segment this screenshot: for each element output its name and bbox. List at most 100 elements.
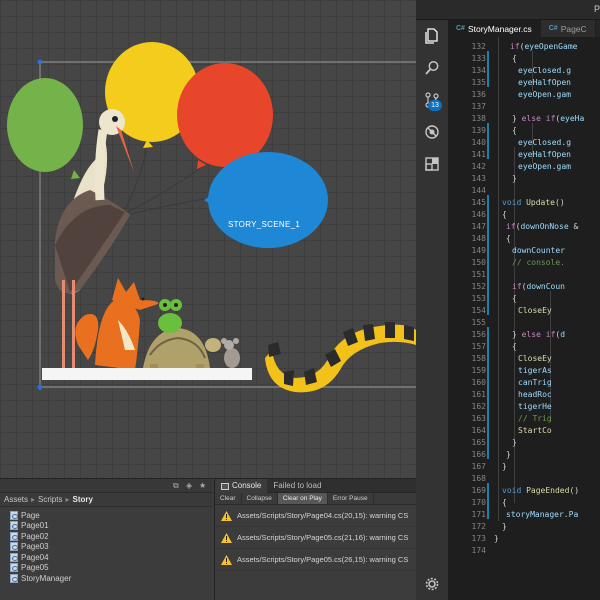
file-item[interactable]: Page04 (10, 552, 213, 563)
scene-canvas[interactable] (0, 0, 416, 478)
file-name: StoryManager (21, 573, 72, 583)
code-line[interactable]: 159 tigerAs (448, 365, 600, 377)
collapse-button[interactable]: Collapse (242, 493, 278, 504)
extensions-icon[interactable] (416, 148, 448, 180)
code-line[interactable]: 153 { (448, 293, 600, 305)
cs-script-icon (10, 531, 18, 541)
file-item[interactable]: StoryManager (10, 573, 213, 584)
project-toolbar: ⧉ ◈ ★ (0, 479, 213, 493)
code-line[interactable]: 164 StartCo (448, 425, 600, 437)
code-line[interactable]: 162 tigerHe (448, 401, 600, 413)
code-line[interactable]: 143} (448, 173, 600, 185)
code-line[interactable]: 139 { (448, 125, 600, 137)
search-icon[interactable] (416, 52, 448, 84)
file-item[interactable]: Page (10, 510, 213, 521)
code-line[interactable]: 163 // Trig (448, 413, 600, 425)
code-line[interactable]: 174 (448, 545, 600, 557)
code-line[interactable]: 151 (448, 269, 600, 281)
tab-failed-to-load[interactable]: Failed to load (267, 479, 327, 493)
line-number: 134 (471, 66, 486, 75)
code-line[interactable]: 172} (448, 521, 600, 533)
line-number: 169 (471, 486, 486, 495)
code-line[interactable]: 132 if(eyeOpenGame (448, 41, 600, 53)
tab-storymanager[interactable]: C# StoryManager.cs (448, 20, 541, 37)
code-line[interactable]: 158 CloseEy (448, 353, 600, 365)
code-line[interactable]: 133 { (448, 53, 600, 65)
warning-icon (221, 554, 232, 565)
code-line[interactable]: 169 void PageEnded() (448, 485, 600, 497)
code-line[interactable]: 134 eyeClosed.g (448, 65, 600, 77)
clear-button[interactable]: Clear (215, 493, 242, 504)
code-line[interactable]: 137 (448, 101, 600, 113)
file-item[interactable]: Page01 (10, 521, 213, 532)
tab-console[interactable]: Console (215, 479, 268, 493)
code-line[interactable]: 136 eyeOpen.gam (448, 89, 600, 101)
project-panel: ⧉ ◈ ★ Assets ▸ Scripts ▸ Story Page Page01 P… (0, 478, 213, 600)
code-text: } (512, 174, 517, 183)
log-entry[interactable]: Assets/Scripts/Story/Page05.cs(21,16): w… (215, 527, 416, 549)
code-editor[interactable]: 132 if(eyeOpenGame 133 {134 eyeClosed.g 135 ey… (448, 37, 600, 600)
filter-icon[interactable]: ⧉ (173, 481, 181, 490)
code-line[interactable]: 152 if(downCoun (448, 281, 600, 293)
code-line[interactable]: 173} (448, 533, 600, 545)
code-line[interactable]: 135 eyeHalfOpen (448, 77, 600, 89)
line-number: 139 (471, 126, 486, 135)
code-line[interactable]: 156} else if(d (448, 329, 600, 341)
tab-label: PageC (560, 23, 587, 34)
code-text: canTrig (518, 378, 552, 387)
code-line[interactable]: 167} (448, 461, 600, 473)
debug-icon[interactable] (416, 116, 448, 148)
file-item[interactable]: Page02 (10, 531, 213, 542)
line-number: 150 (471, 258, 486, 267)
log-entry[interactable]: Assets/Scripts/Story/Page04.cs(20,15): w… (215, 505, 416, 527)
fox-illustration (75, 278, 159, 370)
breadcrumb-scripts[interactable]: Scripts (38, 495, 62, 504)
code-line[interactable]: 161 headRoc (448, 389, 600, 401)
cs-script-icon (10, 542, 18, 552)
code-line[interactable]: 157 { (448, 341, 600, 353)
breadcrumb-story[interactable]: Story (73, 495, 93, 504)
code-line[interactable]: 171 storyManager.Pa (448, 509, 600, 521)
scene-object-label: STORY_SCENE_1 (228, 220, 301, 229)
code-line[interactable]: 145 void Update() (448, 197, 600, 209)
code-text: headRoc (518, 390, 552, 399)
line-number: 145 (471, 198, 486, 207)
code-line[interactable]: 141 eyeHalfOpen (448, 149, 600, 161)
cs-script-icon (10, 521, 18, 531)
code-line[interactable]: 166} (448, 449, 600, 461)
code-line[interactable]: 165} (448, 437, 600, 449)
code-line[interactable]: 146 { (448, 209, 600, 221)
log-entry[interactable]: Assets/Scripts/Story/Page05.cs(26,15): w… (215, 549, 416, 571)
code-text: CloseEy (518, 354, 552, 363)
scene-view[interactable]: STORY_SCENE_1 (0, 0, 416, 478)
code-line[interactable]: 142 eyeOpen.gam (448, 161, 600, 173)
code-line[interactable]: 149 downCounter (448, 245, 600, 257)
code-line[interactable]: 144 (448, 185, 600, 197)
code-line[interactable]: 155 (448, 317, 600, 329)
code-line[interactable]: 138} else if(eyeHa (448, 113, 600, 125)
code-line[interactable]: 147 if(downOnNose & (448, 221, 600, 233)
code-line[interactable]: 170 { (448, 497, 600, 509)
breadcrumb: Assets ▸ Scripts ▸ Story (0, 493, 213, 507)
code-line[interactable]: 140 eyeClosed.g (448, 137, 600, 149)
file-item[interactable]: Page05 (10, 563, 213, 574)
file-item[interactable]: Page03 (10, 542, 213, 553)
breadcrumb-assets[interactable]: Assets (4, 495, 28, 504)
star-icon[interactable]: ★ (199, 481, 207, 490)
tab-page[interactable]: C# PageC (540, 20, 596, 37)
tag-icon[interactable]: ◈ (186, 481, 194, 490)
clear-on-play-toggle[interactable]: Clear on Play (277, 493, 328, 504)
code-line[interactable]: 168 (448, 473, 600, 485)
code-line[interactable]: 148 { (448, 233, 600, 245)
code-line[interactable]: 150 // console. (448, 257, 600, 269)
code-line[interactable]: 154 CloseEy (448, 305, 600, 317)
code-line[interactable]: 160 canTrig (448, 377, 600, 389)
code-text: eyeClosed.g (518, 138, 572, 147)
line-number: 165 (471, 438, 486, 447)
turtle-illustration (143, 328, 221, 372)
error-pause-toggle[interactable]: Error Pause (328, 493, 374, 504)
files-icon[interactable] (416, 20, 448, 52)
source-control-icon[interactable]: 13 (416, 84, 448, 116)
code-text: { (512, 294, 517, 303)
gear-icon[interactable] (416, 568, 448, 600)
